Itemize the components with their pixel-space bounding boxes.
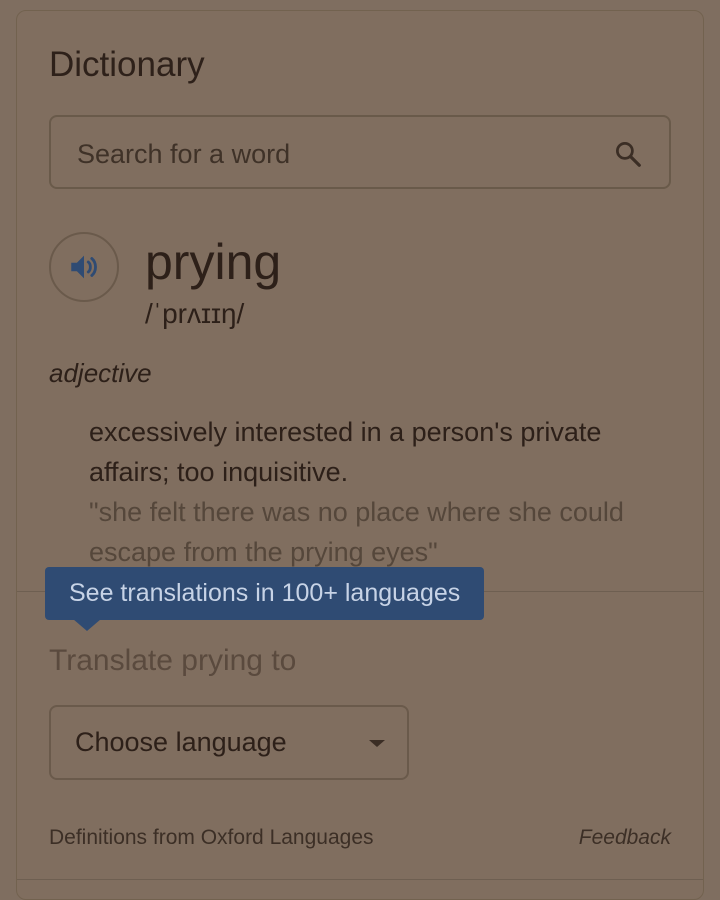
headword: prying (145, 234, 282, 290)
search-icon[interactable] (613, 139, 643, 169)
search-input[interactable] (75, 135, 599, 173)
card-title: Dictionary (49, 45, 205, 84)
language-select-value: Choose language (75, 727, 287, 757)
source-attribution: Definitions from Oxford Languages (49, 826, 374, 849)
pronunciation-button[interactable] (49, 232, 119, 302)
definition-text: excessively interested in a person's pri… (89, 417, 602, 487)
translations-tooltip[interactable]: See translations in 100+ languages (45, 567, 485, 620)
dictionary-card: Dictionary prying /ˈprʌɪɪŋ/ adjective ex… (16, 10, 704, 900)
language-select[interactable]: Choose language (49, 705, 409, 780)
tooltip-arrow (73, 619, 101, 631)
search-box[interactable] (49, 115, 671, 189)
chevron-down-icon (369, 740, 385, 747)
example-sentence: "she felt there was no place where she c… (89, 497, 624, 567)
bottom-divider (17, 879, 703, 880)
speaker-icon (71, 255, 97, 279)
feedback-link[interactable]: Feedback (579, 826, 671, 850)
translate-label: Translate prying to (49, 644, 297, 677)
phonetic-spelling: /ˈprʌɪɪŋ/ (145, 298, 245, 329)
part-of-speech: adjective (49, 358, 152, 388)
